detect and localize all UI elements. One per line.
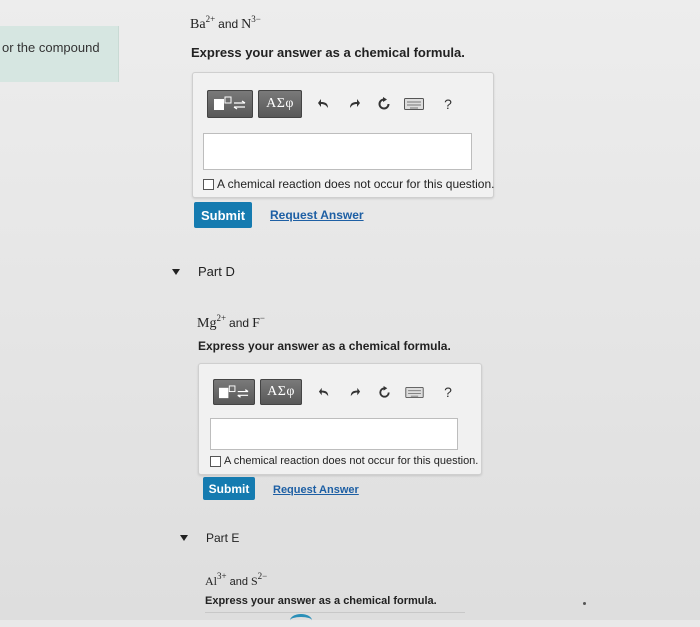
ion-pair-d: Mg2+ and F− [197, 313, 265, 332]
part-d-title: Part D [198, 264, 235, 279]
greek-symbols-button[interactable]: ΑΣφ [258, 90, 302, 118]
no-reaction-label-d: A chemical reaction does not occur for t… [224, 455, 479, 467]
joiner-text: and [229, 316, 250, 330]
prompt-text-d: Express your answer as a chemical formul… [198, 339, 451, 353]
keyboard-icon[interactable] [401, 378, 427, 406]
answer-editor-d: ΑΣφ ? A chemical reaction does not occur… [198, 363, 482, 475]
speck [583, 602, 586, 605]
collapse-caret-icon [180, 535, 188, 541]
no-reaction-label-c: A chemical reaction does not occur for t… [217, 177, 495, 191]
ion1-charge: 2+ [216, 313, 227, 323]
help-button[interactable]: ? [435, 378, 461, 406]
joiner-text: and [218, 17, 239, 31]
ion2-symbol: S [250, 574, 258, 588]
undo-icon[interactable] [311, 90, 337, 118]
ion-pair-c: Ba2+ and N3− [190, 14, 261, 33]
request-answer-link-c[interactable]: Request Answer [270, 208, 364, 222]
greek-symbols-button[interactable]: ΑΣφ [260, 379, 302, 405]
answer-input-c[interactable] [203, 133, 472, 170]
submit-button-d[interactable]: Submit [203, 477, 255, 500]
ion2-symbol: N [241, 17, 252, 32]
templates-icon [219, 384, 249, 398]
ion2-charge: 3− [251, 14, 261, 24]
part-e-header[interactable]: Part E [180, 531, 239, 545]
loading-spinner-icon [290, 614, 312, 627]
reset-icon[interactable] [371, 90, 397, 118]
ion2-symbol: F [252, 316, 260, 331]
redo-icon[interactable] [341, 90, 367, 118]
no-reaction-checkbox-d[interactable] [210, 455, 221, 467]
no-reaction-row-d: A chemical reaction does not occur for t… [210, 455, 478, 467]
reset-icon[interactable] [371, 378, 397, 406]
ion2-charge: 2− [257, 571, 268, 581]
ion1-symbol: Ba [190, 17, 206, 32]
no-reaction-checkbox-c[interactable] [203, 178, 214, 190]
editor-toolbar-c: ΑΣφ ? [207, 90, 461, 118]
sidebar-text: or the compound [2, 40, 100, 55]
no-reaction-row-c: A chemical reaction does not occur for t… [203, 177, 494, 191]
templates-button[interactable] [207, 90, 253, 118]
ion-pair-e: Al3+ and S2− [205, 571, 267, 589]
collapse-caret-icon [172, 268, 180, 275]
ion2-charge: − [259, 313, 265, 323]
joiner-text: and [229, 576, 248, 588]
answer-editor-e-edge [205, 612, 465, 613]
ion1-charge: 2+ [205, 14, 216, 24]
part-e-title: Part E [206, 531, 240, 545]
ion1-charge: 3+ [217, 571, 227, 581]
request-answer-link-d[interactable]: Request Answer [273, 484, 359, 496]
ion1-symbol: Mg [197, 316, 217, 331]
answer-editor-c: ΑΣφ ? A chemical reaction does not occur… [192, 72, 494, 198]
sidebar-panel: or the compound [0, 26, 119, 82]
editor-toolbar-d: ΑΣφ ? [213, 378, 461, 406]
templates-icon [214, 96, 246, 110]
prompt-text-c: Express your answer as a chemical formul… [191, 45, 465, 60]
help-button[interactable]: ? [435, 90, 461, 118]
page: or the compound Ba2+ and N3− Express your … [0, 0, 700, 620]
undo-icon[interactable] [311, 378, 337, 406]
templates-button[interactable] [213, 379, 255, 405]
keyboard-icon[interactable] [401, 90, 427, 118]
ion1-symbol: Al [205, 574, 217, 588]
part-d-header[interactable]: Part D [172, 264, 235, 279]
answer-input-d[interactable] [210, 418, 458, 450]
redo-icon[interactable] [341, 378, 367, 406]
prompt-text-e: Express your answer as a chemical formul… [205, 595, 437, 607]
submit-button-c[interactable]: Submit [194, 202, 252, 228]
